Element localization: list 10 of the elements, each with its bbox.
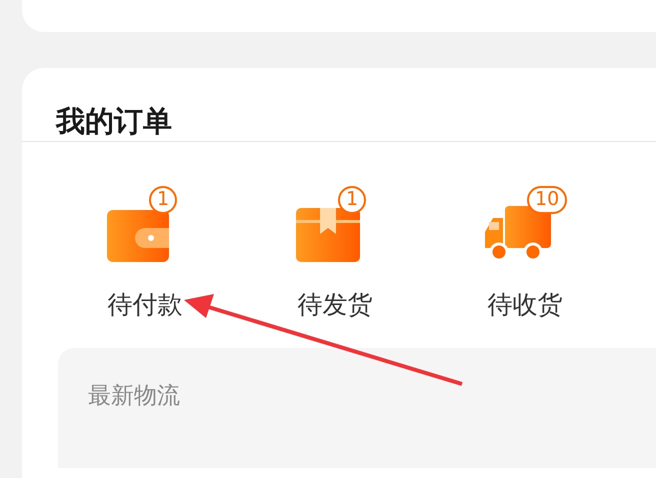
count-badge: 1 <box>338 186 366 214</box>
order-status-button[interactable]: 待收货 <box>488 290 562 320</box>
count-badge: 1 <box>149 186 178 214</box>
box-icon <box>296 208 360 262</box>
orders-title: 我的订单 <box>54 103 173 140</box>
order-status-button[interactable]: 待付款 <box>108 290 182 320</box>
order-status-button[interactable]: 待发货 <box>298 290 372 320</box>
wallet-icon <box>107 210 169 262</box>
logistics-title: 最新物流 <box>88 382 180 411</box>
count-badge: 10 <box>527 186 568 214</box>
